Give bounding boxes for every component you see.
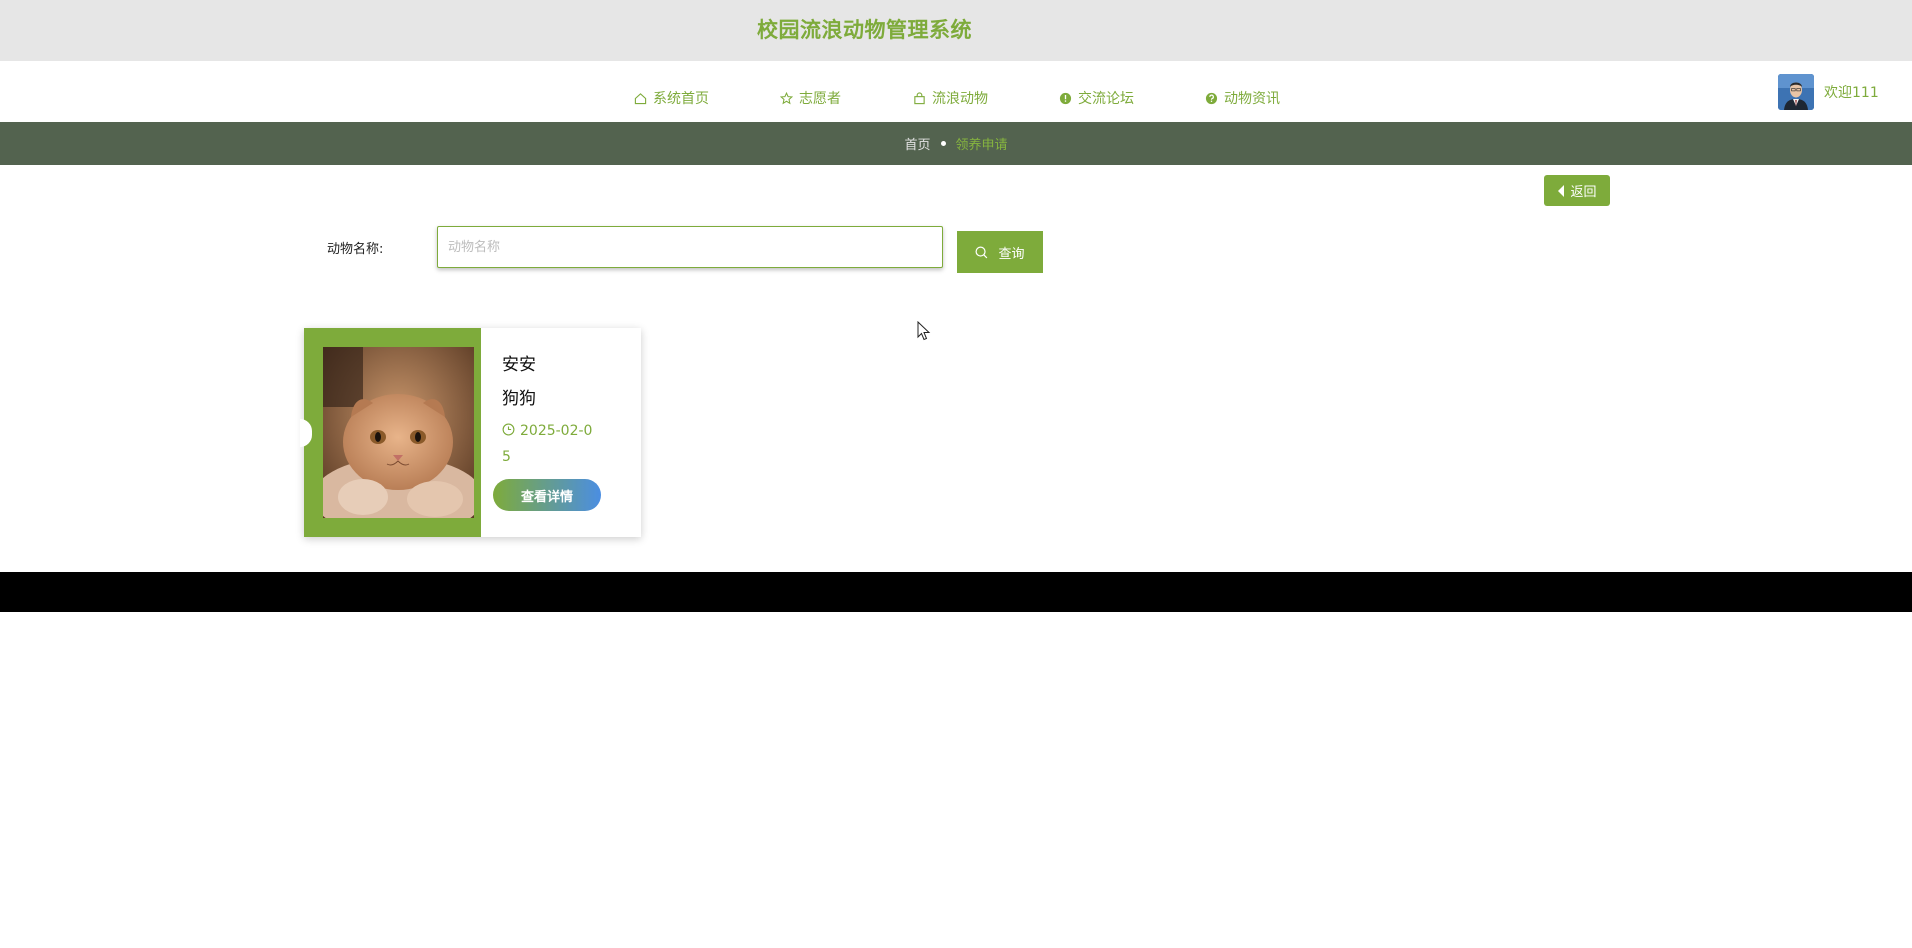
animal-type: 狗狗 — [502, 389, 536, 409]
breadcrumb-bar: 首页 领养申请 — [0, 122, 1912, 165]
nav-item-label: 动物资讯 — [1224, 91, 1280, 107]
main-nav: 系统首页 志愿者 流浪动物 交流论坛 动物资讯 欢迎111 — [0, 61, 1912, 122]
nav-item-home[interactable]: 系统首页 — [634, 88, 709, 108]
animal-date-text: 2025-02-05 — [502, 423, 593, 465]
card-info: 安安 狗狗 2025-02-05 — [502, 348, 632, 470]
animal-date: 2025-02-05 — [502, 418, 597, 470]
search-label: 动物名称: — [327, 242, 384, 257]
breadcrumb: 首页 领养申请 — [0, 134, 1912, 153]
nav-item-label: 系统首页 — [653, 91, 709, 107]
nav-item-forum[interactable]: 交流论坛 — [1059, 88, 1134, 108]
search-icon — [975, 246, 988, 258]
nav-item-label: 志愿者 — [799, 91, 841, 107]
animal-card: 安安 狗狗 2025-02-05 查看详情 — [300, 328, 641, 537]
back-button-label: 返回 — [1570, 185, 1597, 200]
card-image-frame — [304, 328, 481, 537]
welcome-text: 欢迎111 — [1824, 85, 1879, 101]
breadcrumb-separator — [940, 141, 946, 146]
bag-icon — [914, 91, 925, 104]
nav-item-volunteer[interactable]: 志愿者 — [780, 88, 841, 108]
nav-item-stray-animals[interactable]: 流浪动物 — [913, 88, 988, 108]
top-header: 校园流浪动物管理系统 — [0, 0, 1912, 61]
nav-item-news[interactable]: 动物资讯 — [1205, 88, 1280, 108]
search-button[interactable]: 查询 — [957, 231, 1043, 273]
nav-item-label: 交流论坛 — [1078, 91, 1134, 107]
search-button-label: 查询 — [998, 245, 1025, 261]
user-menu[interactable]: 欢迎111 — [1778, 74, 1879, 110]
caret-left-icon — [1558, 184, 1565, 197]
back-button[interactable]: 返回 — [1544, 175, 1610, 206]
animal-photo[interactable] — [323, 347, 474, 518]
footer — [0, 572, 1912, 612]
animal-name-input[interactable] — [437, 226, 943, 268]
view-details-button[interactable]: 查看详情 — [493, 479, 601, 511]
breadcrumb-home[interactable]: 首页 — [904, 134, 930, 153]
avatar — [1778, 74, 1814, 110]
clock-icon — [502, 423, 515, 436]
mouse-cursor-icon — [917, 321, 931, 341]
site-title: 校园流浪动物管理系统 — [757, 18, 972, 42]
star-icon — [780, 91, 793, 104]
question-circle-icon — [1205, 92, 1218, 104]
nav-item-label: 流浪动物 — [932, 91, 988, 107]
home-icon — [634, 92, 647, 104]
animal-name: 安安 — [502, 355, 536, 375]
info-circle-icon — [1059, 92, 1072, 104]
breadcrumb-current: 领养申请 — [955, 138, 1008, 153]
